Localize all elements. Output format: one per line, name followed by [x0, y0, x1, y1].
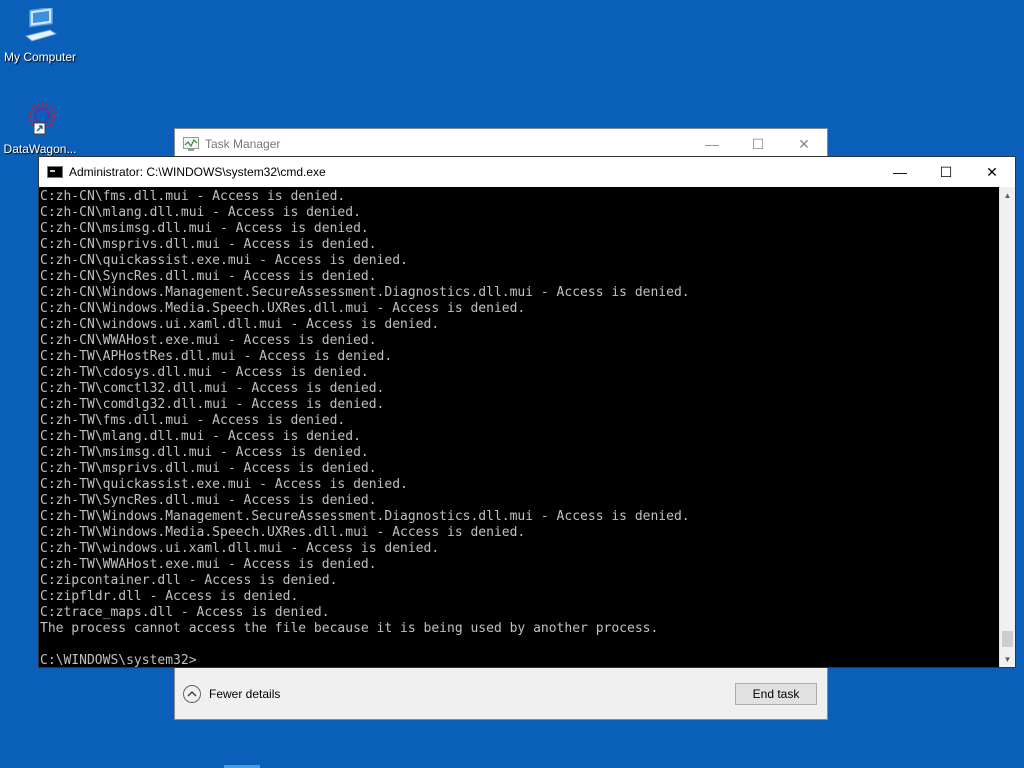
console-line: C:zh-TW\Windows.Media.Speech.UXRes.dll.m…: [40, 525, 526, 540]
maximize-button[interactable]: ☐: [923, 157, 969, 187]
console-line: C:zh-TW\fms.dll.mui - Access is denied.: [40, 413, 346, 428]
console-line: C:zh-CN\msprivs.dll.mui - Access is deni…: [40, 237, 377, 252]
console-output[interactable]: C:zh-CN\fms.dll.mui - Access is denied. C…: [39, 187, 999, 667]
console-line: C:zh-TW\comctl32.dll.mui - Access is den…: [40, 381, 385, 396]
task-manager-footer: Fewer details End task: [175, 667, 827, 719]
datawagon-icon: [20, 100, 60, 140]
minimize-button[interactable]: —: [877, 157, 923, 187]
maximize-button[interactable]: ☐: [735, 129, 781, 159]
fewer-details-toggle[interactable]: Fewer details: [183, 684, 735, 703]
console-line: C:zh-CN\quickassist.exe.mui - Access is …: [40, 253, 408, 268]
task-manager-icon: [183, 137, 199, 151]
desktop-icon-label: My Computer: [3, 50, 77, 64]
console-line: C:zh-CN\Windows.Media.Speech.UXRes.dll.m…: [40, 301, 526, 316]
console-line: C:zh-CN\SyncRes.dll.mui - Access is deni…: [40, 269, 377, 284]
console-line: C:zh-TW\windows.ui.xaml.dll.mui - Access…: [40, 541, 440, 556]
desktop-icon-datawagon[interactable]: DataWagon...: [0, 100, 80, 156]
computer-icon: [20, 6, 60, 48]
fewer-details-label: Fewer details: [209, 686, 281, 701]
console-line: The process cannot access the file becau…: [40, 621, 659, 636]
maximize-icon: ☐: [751, 135, 765, 152]
console-line: C:zh-TW\msprivs.dll.mui - Access is deni…: [40, 461, 377, 476]
task-manager-title: Task Manager: [205, 137, 281, 151]
cmd-titlebar[interactable]: Administrator: C:\WINDOWS\system32\cmd.e…: [39, 157, 1015, 187]
maximize-icon: ☐: [939, 163, 953, 180]
console-line: C:zh-CN\fms.dll.mui - Access is denied.: [40, 189, 346, 204]
end-task-button[interactable]: End task: [735, 682, 817, 705]
console-line: C:zh-TW\cdosys.dll.mui - Access is denie…: [40, 365, 369, 380]
console-line: C:zipcontainer.dll - Access is denied.: [40, 573, 338, 588]
vertical-scrollbar[interactable]: ▲ ▼: [999, 187, 1015, 667]
console-line: C:zh-TW\msimsg.dll.mui - Access is denie…: [40, 445, 369, 460]
console-line: C:zh-TW\APHostRes.dll.mui - Access is de…: [40, 349, 393, 364]
console-line: C:zh-CN\msimsg.dll.mui - Access is denie…: [40, 221, 369, 236]
chevron-up-icon: [183, 684, 201, 703]
console-line: C:zh-CN\WWAHost.exe.mui - Access is deni…: [40, 333, 377, 348]
console-line: C:zh-CN\mlang.dll.mui - Access is denied…: [40, 205, 361, 220]
minimize-icon: —: [893, 164, 907, 180]
close-icon: ✕: [986, 163, 998, 180]
console-line: C:zh-TW\quickassist.exe.mui - Access is …: [40, 477, 408, 492]
console-line: C:zh-TW\WWAHost.exe.mui - Access is deni…: [40, 557, 377, 572]
console-line: C:zh-TW\Windows.Management.SecureAssessm…: [40, 509, 690, 524]
console-line: C:zh-CN\Windows.Management.SecureAssessm…: [40, 285, 690, 300]
cmd-title: Administrator: C:\WINDOWS\system32\cmd.e…: [69, 165, 326, 179]
scroll-down-arrow-icon[interactable]: ▼: [1000, 651, 1015, 667]
console-line: C:zh-TW\mlang.dll.mui - Access is denied…: [40, 429, 361, 444]
minimize-button[interactable]: —: [689, 129, 735, 159]
console-line: C:\WINDOWS\system32>: [40, 653, 197, 667]
minimize-icon: —: [705, 136, 719, 152]
scroll-up-arrow-icon[interactable]: ▲: [1000, 187, 1015, 203]
close-icon: ✕: [798, 135, 810, 152]
console-line: C:ztrace_maps.dll - Access is denied.: [40, 605, 330, 620]
scrollbar-thumb[interactable]: [1002, 631, 1013, 647]
cmd-window[interactable]: Administrator: C:\WINDOWS\system32\cmd.e…: [38, 156, 1016, 668]
console-line: C:zh-TW\comdlg32.dll.mui - Access is den…: [40, 397, 385, 412]
cmd-icon: [47, 166, 63, 178]
task-manager-titlebar[interactable]: Task Manager — ☐ ✕: [175, 129, 827, 159]
console-line: C:zipfldr.dll - Access is denied.: [40, 589, 299, 604]
console-line: C:zh-TW\SyncRes.dll.mui - Access is deni…: [40, 493, 377, 508]
console-line: C:zh-CN\windows.ui.xaml.dll.mui - Access…: [40, 317, 440, 332]
desktop-icon-my-computer[interactable]: My Computer: [0, 6, 80, 64]
desktop-icon-label: DataWagon...: [3, 142, 77, 156]
close-button[interactable]: ✕: [781, 129, 827, 159]
close-button[interactable]: ✕: [969, 157, 1015, 187]
